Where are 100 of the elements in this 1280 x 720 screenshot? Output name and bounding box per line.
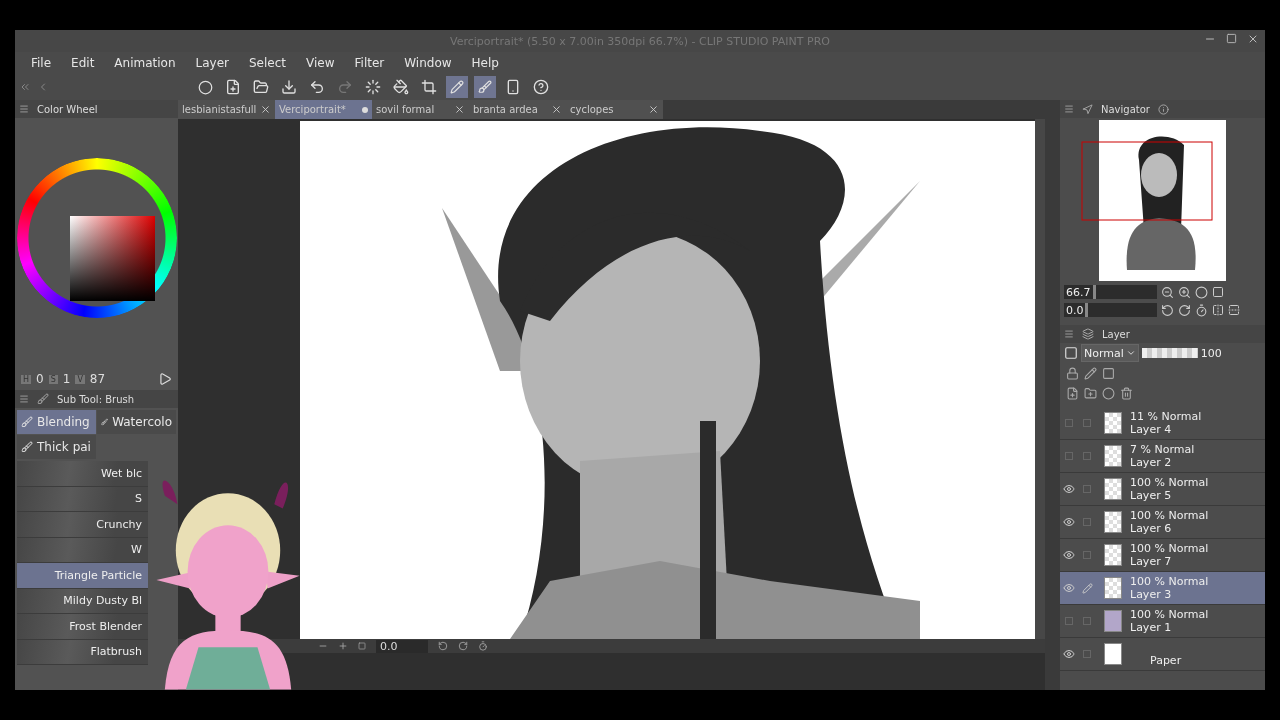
close-icon[interactable] — [260, 104, 271, 115]
rotation-field[interactable]: 0.0 — [376, 639, 428, 653]
pen-icon[interactable] — [1084, 366, 1097, 380]
saturation-label: S — [48, 374, 58, 384]
layer-mode: 11 % Normal — [1130, 410, 1202, 423]
document-tab[interactable]: lesbianistasfull — [178, 100, 275, 119]
menu-item[interactable]: File — [21, 56, 62, 70]
brush-item[interactable]: S — [17, 486, 148, 512]
brush-icon — [101, 416, 109, 428]
layer-name: Layer 4 — [1130, 423, 1173, 436]
brush-group-tab[interactable]: Thick pai — [17, 435, 96, 459]
new-folder-icon[interactable] — [1084, 386, 1097, 400]
close-icon[interactable] — [551, 104, 562, 115]
value-label: V — [75, 374, 85, 384]
rotate-left-icon[interactable] — [437, 641, 448, 651]
layers-icon — [1082, 328, 1094, 340]
flip-horizontal-icon[interactable] — [1212, 304, 1224, 316]
menu-item[interactable]: Animation — [104, 56, 186, 70]
menu-item[interactable]: Layer — [185, 56, 239, 70]
brush-icon — [21, 416, 33, 428]
eye-icon[interactable] — [1063, 483, 1075, 495]
collapse-icon[interactable] — [19, 81, 31, 93]
lock-icon[interactable] — [1066, 366, 1079, 380]
zoom-slider[interactable]: 66.7 — [1064, 285, 1157, 299]
menu-item[interactable]: Help — [461, 56, 509, 70]
brush-item[interactable]: Flatbrush — [17, 639, 148, 665]
eye-icon[interactable] — [1063, 549, 1075, 561]
menu-item[interactable]: Edit — [61, 56, 105, 70]
layer-name: Layer 2 — [1130, 456, 1173, 469]
play-icon[interactable] — [158, 372, 172, 386]
layer-name: Paper — [1150, 653, 1182, 667]
square-icon[interactable] — [358, 642, 366, 650]
menu-item[interactable]: Select — [239, 56, 297, 70]
layer-thumbnail — [1104, 577, 1122, 599]
brush-item[interactable]: W — [17, 537, 148, 563]
layer-name: Layer 1 — [1130, 621, 1173, 634]
rotation-slider[interactable]: 0.0 — [1064, 303, 1157, 317]
eye-icon[interactable] — [1063, 582, 1075, 594]
brush-item[interactable]: Triangle Particle — [17, 563, 148, 589]
panel-tab[interactable]: Navigator — [1101, 103, 1150, 115]
layer-thumbnail — [1104, 445, 1122, 467]
eye-icon[interactable] — [1063, 516, 1075, 528]
layer-name: Layer 5 — [1130, 489, 1173, 502]
color-swatch-icon[interactable] — [1064, 346, 1078, 360]
layer-row[interactable]: 100 % Normal Layer 3 — [1060, 572, 1265, 605]
brush-item[interactable]: Crunchy — [17, 512, 148, 538]
maximize-icon[interactable] — [1226, 33, 1237, 44]
brush-item[interactable]: Frost Blender — [17, 614, 148, 640]
opacity-value: 100 — [1200, 346, 1222, 360]
layer-thumbnail — [1104, 412, 1122, 434]
brush-group-tab[interactable]: Blending — [17, 410, 96, 434]
brush-item[interactable]: Mildy Dusty Bl — [17, 588, 148, 614]
menu-item[interactable]: View — [296, 56, 345, 70]
trash-icon[interactable] — [1120, 386, 1133, 400]
layer-name: Layer 3 — [1130, 588, 1173, 601]
layer-mode: 100 % Normal — [1130, 509, 1209, 522]
blend-mode-dropdown[interactable]: Normal — [1081, 344, 1139, 362]
rotate-right-icon[interactable] — [457, 641, 468, 651]
scrollbar[interactable] — [1035, 119, 1045, 639]
zoom-in-icon[interactable] — [338, 641, 348, 651]
layer-mode: 100 % Normal — [1130, 542, 1209, 555]
brightness-value: 87 — [89, 372, 106, 386]
brush-icon — [37, 393, 49, 405]
close-icon[interactable] — [454, 104, 465, 115]
layer-mode: 7 % Normal — [1130, 443, 1195, 456]
new-layer-icon[interactable] — [1066, 386, 1079, 400]
opacity-slider[interactable] — [1141, 348, 1198, 358]
rotate-right-icon[interactable] — [1178, 303, 1191, 317]
hue-value: 0 — [36, 372, 44, 386]
saturation-value-square[interactable] — [70, 216, 155, 301]
reset-rotation-icon[interactable] — [477, 641, 488, 651]
zoom-out-icon[interactable] — [1161, 285, 1174, 299]
zoom-in-icon[interactable] — [1178, 285, 1191, 299]
layer-thumbnail — [1104, 544, 1122, 566]
rotate-left-icon[interactable] — [1161, 303, 1174, 317]
document-tab[interactable]: branta ardea — [469, 100, 566, 119]
hue-label: H — [21, 374, 31, 384]
eye-icon[interactable] — [1063, 648, 1075, 660]
layer-thumbnail — [1104, 478, 1122, 500]
layer-mode: 100 % Normal — [1130, 476, 1209, 489]
close-icon[interactable] — [1247, 33, 1259, 45]
menu-item[interactable]: Filter — [344, 56, 395, 70]
layer-thumbnail — [1104, 643, 1122, 665]
close-icon[interactable] — [648, 104, 659, 115]
document-tab[interactable]: cyclopes — [566, 100, 663, 119]
fit-screen-icon[interactable] — [1212, 286, 1224, 298]
brush-item[interactable]: Wet blc — [17, 461, 148, 487]
menu-item[interactable]: Window — [394, 56, 462, 70]
info-icon[interactable] — [1157, 103, 1169, 115]
layer-thumbnail — [1104, 610, 1122, 632]
brush-group-tab[interactable]: Watercolo — [97, 410, 176, 434]
layer-name: Layer 6 — [1130, 522, 1173, 535]
reset-rotation-icon[interactable] — [1195, 303, 1208, 317]
flip-vertical-icon[interactable] — [1228, 304, 1240, 316]
panel-tab[interactable]: Layer — [1102, 328, 1130, 340]
document-tab[interactable]: sovil formal — [372, 100, 469, 119]
layer-mode: 100 % Normal — [1130, 575, 1209, 588]
layer-mode: 100 % Normal — [1130, 608, 1209, 621]
saturation-value: 1 — [62, 372, 71, 386]
brush-icon — [21, 441, 33, 453]
